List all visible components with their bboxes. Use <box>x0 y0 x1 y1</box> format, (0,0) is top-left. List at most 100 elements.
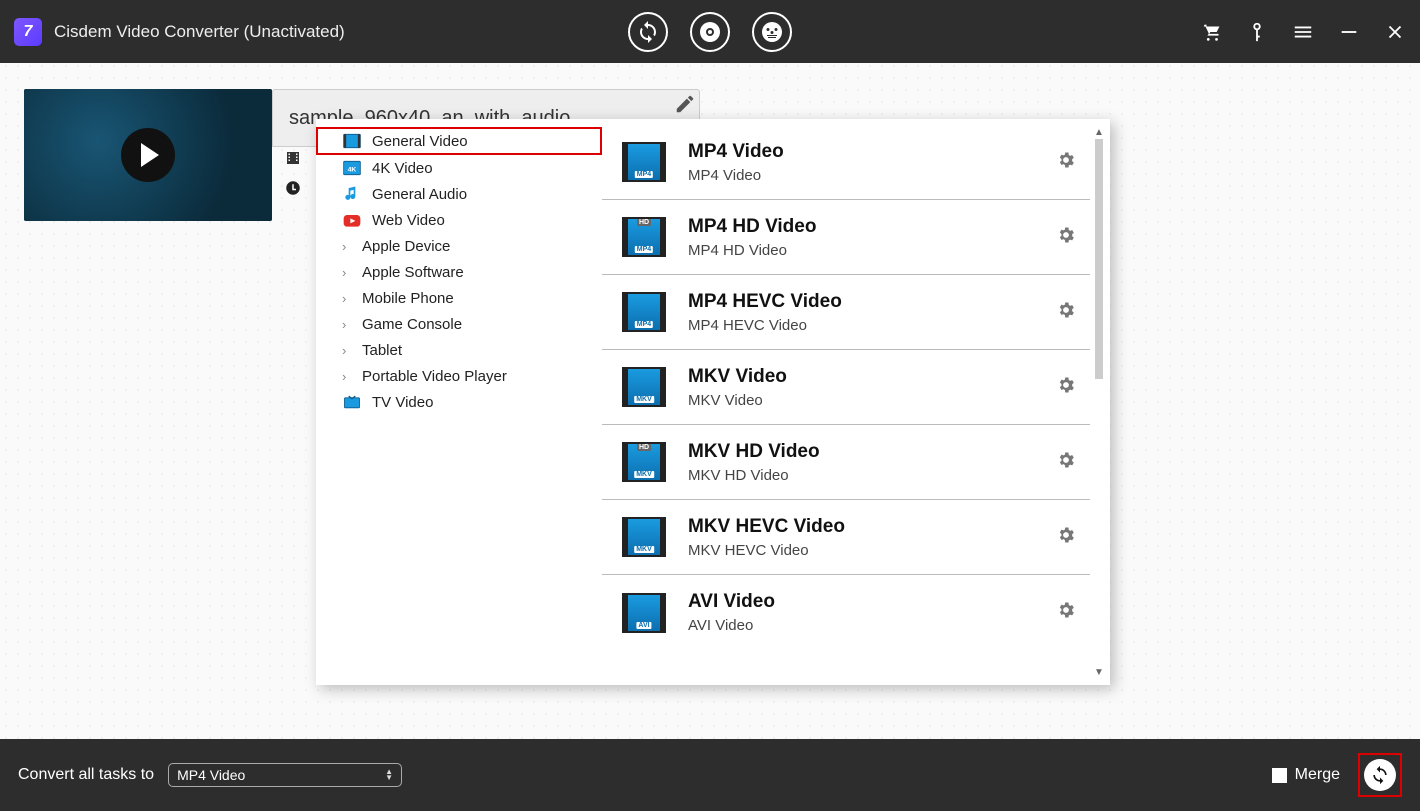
cart-icon[interactable] <box>1200 21 1222 43</box>
clip-icons <box>284 149 302 197</box>
4k-icon: 4K <box>342 159 362 177</box>
format-subtitle: MKV HEVC Video <box>688 542 1034 559</box>
film-icon <box>284 149 302 167</box>
format-text: MKV HD Video MKV HD Video <box>688 441 1034 484</box>
category-label: Apple Software <box>362 264 464 281</box>
chevron-right-icon: › <box>342 265 356 280</box>
format-text: AVI Video AVI Video <box>688 591 1034 634</box>
category-item[interactable]: › Mobile Phone <box>316 285 602 311</box>
format-row[interactable]: HDMP4 MP4 HD Video MP4 HD Video <box>602 200 1090 275</box>
format-title: MKV HD Video <box>688 441 1034 463</box>
chevron-right-icon: › <box>342 239 356 254</box>
tab-convert-icon[interactable] <box>628 12 668 52</box>
format-text: MP4 VideoMP4 Video <box>688 141 1034 184</box>
format-settings-button[interactable] <box>1056 600 1076 625</box>
category-item[interactable]: ›Tablet <box>316 337 602 363</box>
minimize-button[interactable] <box>1338 21 1360 43</box>
format-title: MP4 Video <box>688 141 1034 163</box>
format-dropdown: General Video 4K4K Video General Audio Web … <box>316 119 1110 685</box>
format-title: AVI Video <box>688 591 1034 613</box>
video-thumbnail[interactable] <box>24 89 272 221</box>
category-label: Mobile Phone <box>362 290 454 307</box>
tab-rip-icon[interactable] <box>690 12 730 52</box>
output-format-select[interactable]: MP4 Video ▲▼ <box>168 763 402 787</box>
svg-text:4K: 4K <box>348 166 357 173</box>
category-item[interactable]: › Apple Software <box>316 259 602 285</box>
scroll-thumb[interactable] <box>1095 139 1103 379</box>
category-label: Portable Video Player <box>362 368 507 385</box>
convert-button[interactable] <box>1358 753 1402 797</box>
category-item[interactable]: ›Portable Video Player <box>316 363 602 389</box>
output-format-value: MP4 Video <box>177 767 245 783</box>
format-file-icon: MKV <box>622 517 666 557</box>
format-row[interactable]: MKV MKV VideoMKV Video <box>602 350 1090 425</box>
format-file-icon: MKV <box>622 367 666 407</box>
format-text: MKV VideoMKV Video <box>688 366 1034 409</box>
tv-icon <box>342 393 362 411</box>
category-item[interactable]: General Audio <box>316 181 602 207</box>
mode-tabs <box>628 12 792 52</box>
scroll-up-icon[interactable]: ▲ <box>1092 125 1106 139</box>
format-settings-button[interactable] <box>1056 525 1076 550</box>
video-icon <box>342 132 362 150</box>
category-label: Tablet <box>362 342 402 359</box>
chevron-right-icon: › <box>342 317 356 332</box>
category-item[interactable]: Web Video <box>316 207 602 233</box>
format-file-icon: MP4 <box>622 142 666 182</box>
chevron-right-icon: › <box>342 291 356 306</box>
scroll-down-icon[interactable]: ▼ <box>1092 665 1106 679</box>
format-text: MP4 HD Video MP4 HD Video <box>688 216 1034 259</box>
bottom-bar: Convert all tasks to MP4 Video ▲▼ Merge <box>0 739 1420 811</box>
format-subtitle: MP4 HEVC Video <box>688 317 1034 334</box>
window-controls <box>1200 21 1406 43</box>
close-button[interactable] <box>1384 21 1406 43</box>
format-settings-button[interactable] <box>1056 150 1076 175</box>
convert-all-label: Convert all tasks to <box>18 766 154 784</box>
format-subtitle: AVI Video <box>688 617 1034 634</box>
category-item[interactable]: ›Apple Device <box>316 233 602 259</box>
format-title: MP4 HD Video <box>688 216 1034 238</box>
app-title: Cisdem Video Converter (Unactivated) <box>54 22 345 42</box>
format-file-icon: HDMP4 <box>622 217 666 257</box>
select-arrows-icon: ▲▼ <box>385 769 393 781</box>
category-label: Game Console <box>362 316 462 333</box>
merge-checkbox[interactable] <box>1272 768 1287 783</box>
format-row[interactable]: AVI AVI Video AVI Video <box>602 575 1090 650</box>
format-settings-button[interactable] <box>1056 300 1076 325</box>
format-settings-button[interactable] <box>1056 450 1076 475</box>
tab-download-icon[interactable] <box>752 12 792 52</box>
category-item[interactable]: › Game Console <box>316 311 602 337</box>
format-title: MKV Video <box>688 366 1034 388</box>
format-text: MKV HEVC VideoMKV HEVC Video <box>688 516 1034 559</box>
clock-icon <box>284 179 302 197</box>
format-row[interactable]: MP4 MP4 VideoMP4 Video <box>602 125 1090 200</box>
format-file-icon: HDMKV <box>622 442 666 482</box>
format-file-icon: MP4 <box>622 292 666 332</box>
main-content: sample_960x40_an_with_audio General Vide… <box>0 63 1420 739</box>
edit-filename-icon[interactable] <box>670 89 700 119</box>
convert-icon <box>1364 759 1396 791</box>
format-row[interactable]: MKV MKV HEVC VideoMKV HEVC Video <box>602 500 1090 575</box>
format-settings-button[interactable] <box>1056 375 1076 400</box>
category-item[interactable]: General Video <box>316 127 602 155</box>
play-icon[interactable] <box>121 128 175 182</box>
category-item[interactable]: 4K4K Video <box>316 155 602 181</box>
category-label: General Audio <box>372 186 467 203</box>
format-file-icon: AVI <box>622 593 666 633</box>
format-subtitle: MP4 HD Video <box>688 242 1034 259</box>
title-bar: 7 Cisdem Video Converter (Unactivated) <box>0 0 1420 63</box>
format-row[interactable]: HDMKV MKV HD Video MKV HD Video <box>602 425 1090 500</box>
category-label: General Video <box>372 133 468 150</box>
format-subtitle: MKV HD Video <box>688 467 1034 484</box>
audio-icon <box>342 185 362 203</box>
key-icon[interactable] <box>1246 21 1268 43</box>
category-item[interactable]: TV Video <box>316 389 602 415</box>
merge-toggle[interactable]: Merge <box>1272 766 1340 784</box>
youtube-icon <box>342 211 362 229</box>
menu-icon[interactable] <box>1292 21 1314 43</box>
format-settings-button[interactable] <box>1056 225 1076 250</box>
format-row[interactable]: MP4 MP4 HEVC VideoMP4 HEVC Video <box>602 275 1090 350</box>
format-scrollbar[interactable]: ▲ ▼ <box>1092 125 1106 679</box>
format-panel: MP4MP4 VideoMP4 VideoHDMP4MP4 HD VideoMP… <box>602 119 1110 685</box>
format-text: MP4 HEVC VideoMP4 HEVC Video <box>688 291 1034 334</box>
